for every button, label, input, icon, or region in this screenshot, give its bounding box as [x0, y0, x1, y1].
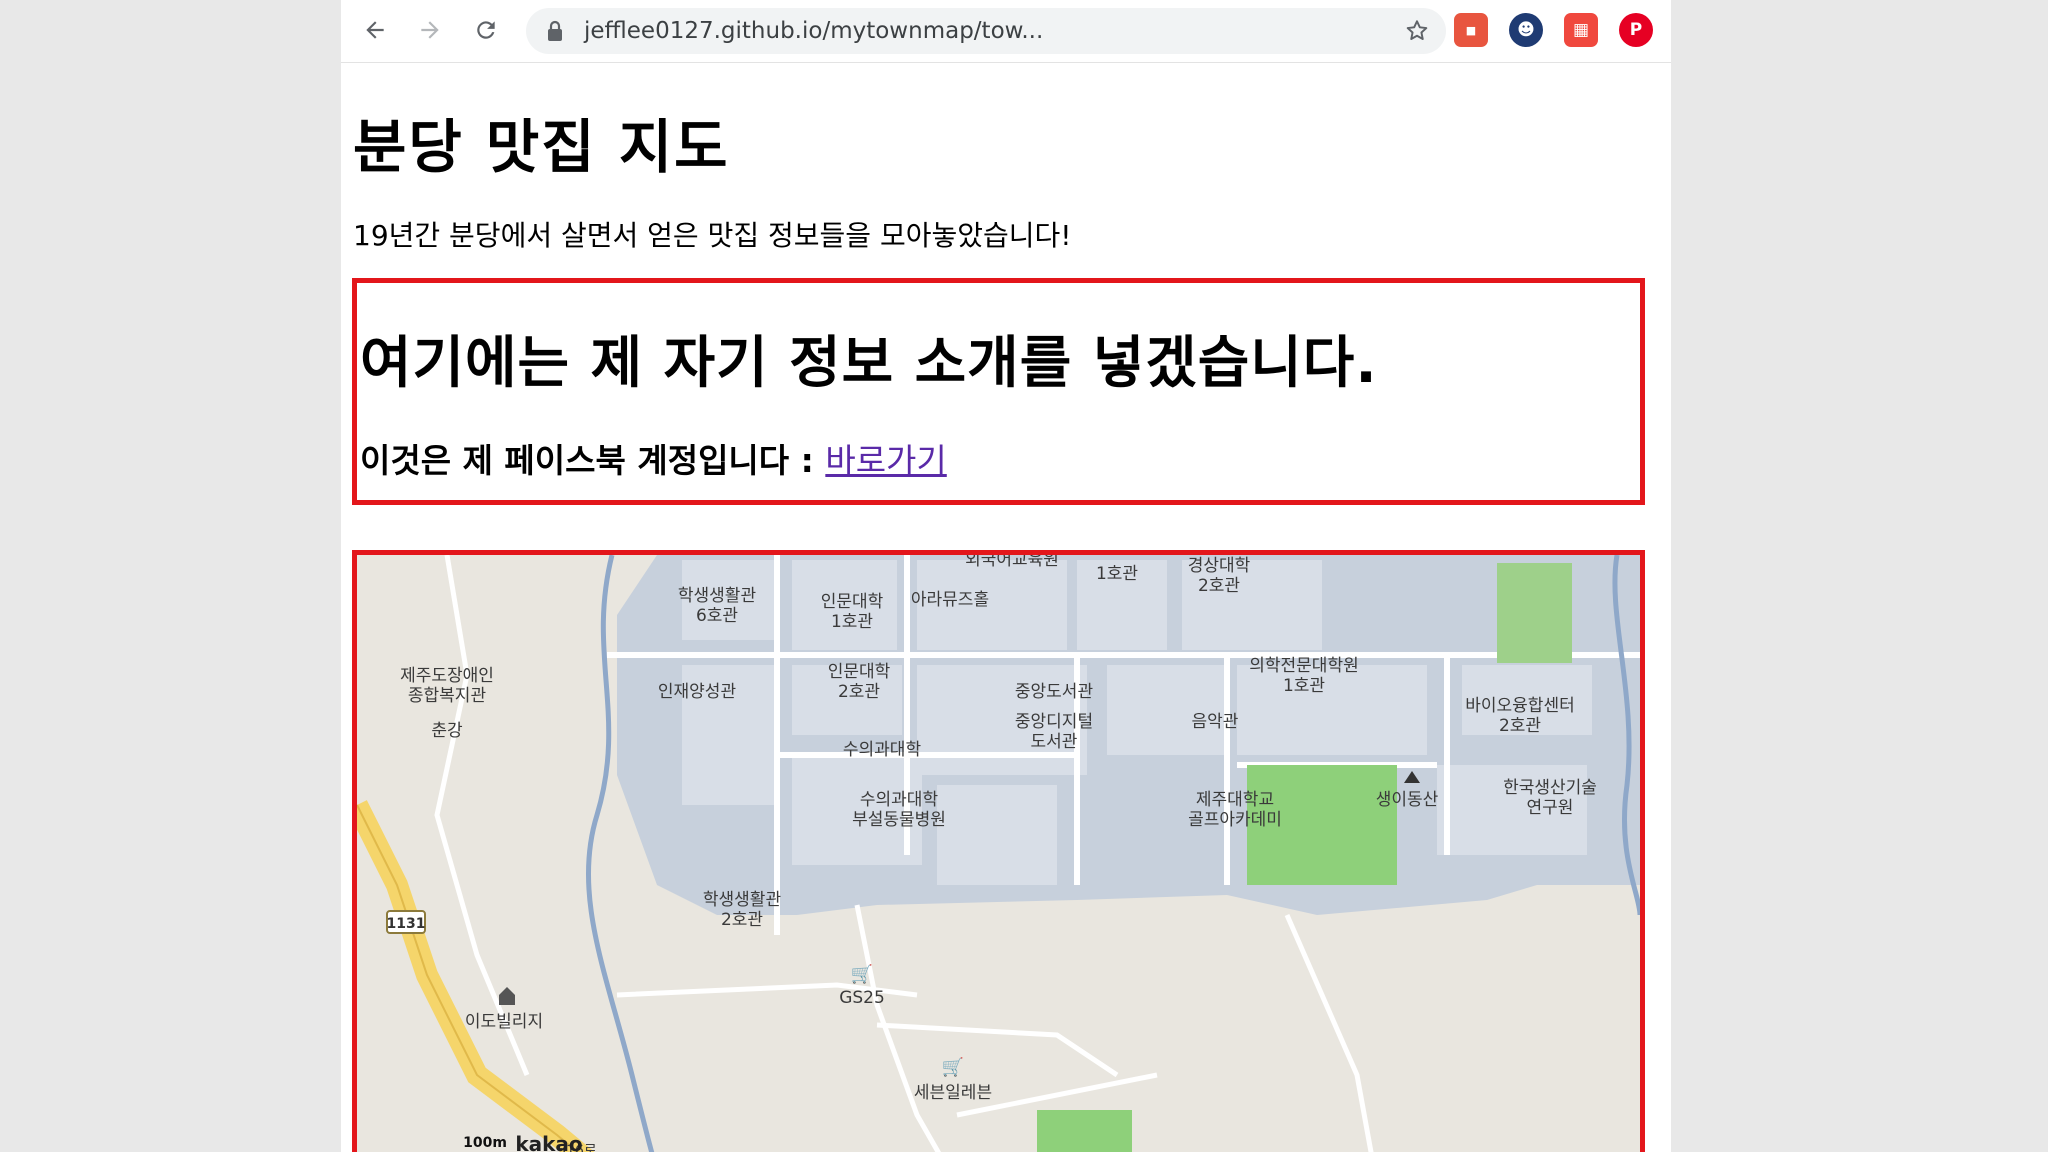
park-field — [1037, 1110, 1132, 1152]
map-label: 2호관 — [721, 910, 763, 930]
ext-badge-icon[interactable]: ■ — [1454, 13, 1488, 47]
map-label: 골프아카데미 — [1188, 810, 1282, 830]
shop-cart-icon: 🛒 — [942, 1056, 964, 1078]
map-label: 도서관 — [1031, 732, 1078, 752]
browser-window: jefflee0127.github.io/mytownmap/tow... ■… — [341, 0, 1671, 1152]
map-label: 1호관 — [1096, 564, 1138, 584]
reload-icon — [477, 21, 495, 39]
lock-icon — [548, 20, 562, 41]
map-label: 춘강 — [431, 721, 463, 741]
map-label: 세븐일레븐 — [914, 1083, 992, 1103]
map-label: 중앙도서관 — [1015, 682, 1093, 702]
facebook-link[interactable]: 바로가기 — [825, 441, 946, 480]
map-label: 중앙디지털 — [1015, 712, 1093, 732]
map-label: 인문대학 — [828, 662, 891, 682]
map-label: 2호관 — [838, 682, 880, 702]
map-label: 제주도장애인 — [400, 666, 494, 686]
map-label: 아라뮤즈홀 — [911, 590, 989, 610]
map-label: 연구원 — [1527, 798, 1574, 818]
map-label: 이도빌리지 — [465, 1012, 543, 1032]
route-number: 1131 — [387, 916, 426, 932]
kakao-logo: kakao — [515, 1132, 582, 1152]
shop-cart-icon: 🛒 — [851, 963, 873, 985]
map-label: 수의과대학 — [843, 740, 922, 760]
map-label: 2호관 — [1198, 576, 1240, 596]
map-section[interactable]: 외국어교육원 1호관 경상대학 2호관 학생생활관 6호관 인문대학 1호관 아… — [352, 550, 1645, 1152]
soccer-field — [1497, 563, 1572, 663]
map-label: 의학전문대학원 — [1249, 656, 1358, 676]
map-label: 생이동산 — [1376, 790, 1439, 810]
map-label: 경상대학 — [1188, 556, 1251, 576]
intro-section: 여기에는 제 자기 정보 소개를 넣겠습니다. 이것은 제 페이스북 계정입니다… — [352, 278, 1645, 505]
forward-arrow-icon — [421, 21, 439, 39]
map-label: 학생생활관 — [678, 586, 756, 606]
ext-squares-icon[interactable]: ▦ — [1564, 13, 1598, 47]
address-bar[interactable]: jefflee0127.github.io/mytownmap/tow... — [526, 8, 1446, 54]
page-title: 분당 맛집 지도 — [353, 113, 730, 181]
map-label: 부설동물병원 — [852, 810, 946, 830]
facebook-label: 이것은 제 페이스북 계정입니다 : — [360, 441, 826, 480]
map-canvas[interactable]: 외국어교육원 1호관 경상대학 2호관 학생생활관 6호관 인문대학 1호관 아… — [357, 555, 1640, 1152]
browser-toolbar: jefflee0127.github.io/mytownmap/tow... ■… — [341, 0, 1671, 63]
map-label: 6호관 — [696, 606, 738, 626]
scale-label: 100m — [463, 1135, 507, 1151]
map-label: 1호관 — [831, 612, 873, 632]
intro-text: 이것은 제 페이스북 계정입니다 : 바로가기 — [360, 434, 947, 482]
map-label: 한국생산기술 — [1503, 778, 1597, 798]
map-label: 음악관 — [1192, 712, 1239, 732]
pinterest-icon[interactable]: P — [1619, 13, 1653, 47]
map-label: 종합복지관 — [408, 686, 486, 706]
back-arrow-icon — [366, 21, 384, 39]
map-label: 외국어교육원 — [965, 555, 1059, 570]
map-label: 제주대학교 — [1196, 790, 1274, 810]
intro-heading: 여기에는 제 자기 정보 소개를 넣겠습니다. — [360, 331, 1378, 396]
map-label: GS25 — [839, 988, 885, 1008]
map-label: 2호관 — [1499, 716, 1541, 736]
bookmark-star-icon[interactable] — [1404, 18, 1430, 44]
reload-button[interactable] — [468, 12, 504, 48]
map-label: 학생생활관 — [703, 890, 781, 910]
map-label: 수의과대학 — [860, 790, 939, 810]
map-label: 바이오융합센터 — [1465, 696, 1574, 716]
forward-button[interactable] — [412, 12, 448, 48]
map-label: 인문대학 — [821, 592, 884, 612]
ext-face-icon[interactable]: ☻ — [1509, 13, 1543, 47]
url-text: jefflee0127.github.io/mytownmap/tow... — [584, 18, 1044, 44]
page-description: 19년간 분당에서 살면서 얻은 맛집 정보들을 모아놓았습니다! — [353, 219, 1072, 252]
map-label: 1호관 — [1283, 676, 1325, 696]
map-label: 인재양성관 — [658, 682, 736, 702]
back-button[interactable] — [357, 12, 393, 48]
